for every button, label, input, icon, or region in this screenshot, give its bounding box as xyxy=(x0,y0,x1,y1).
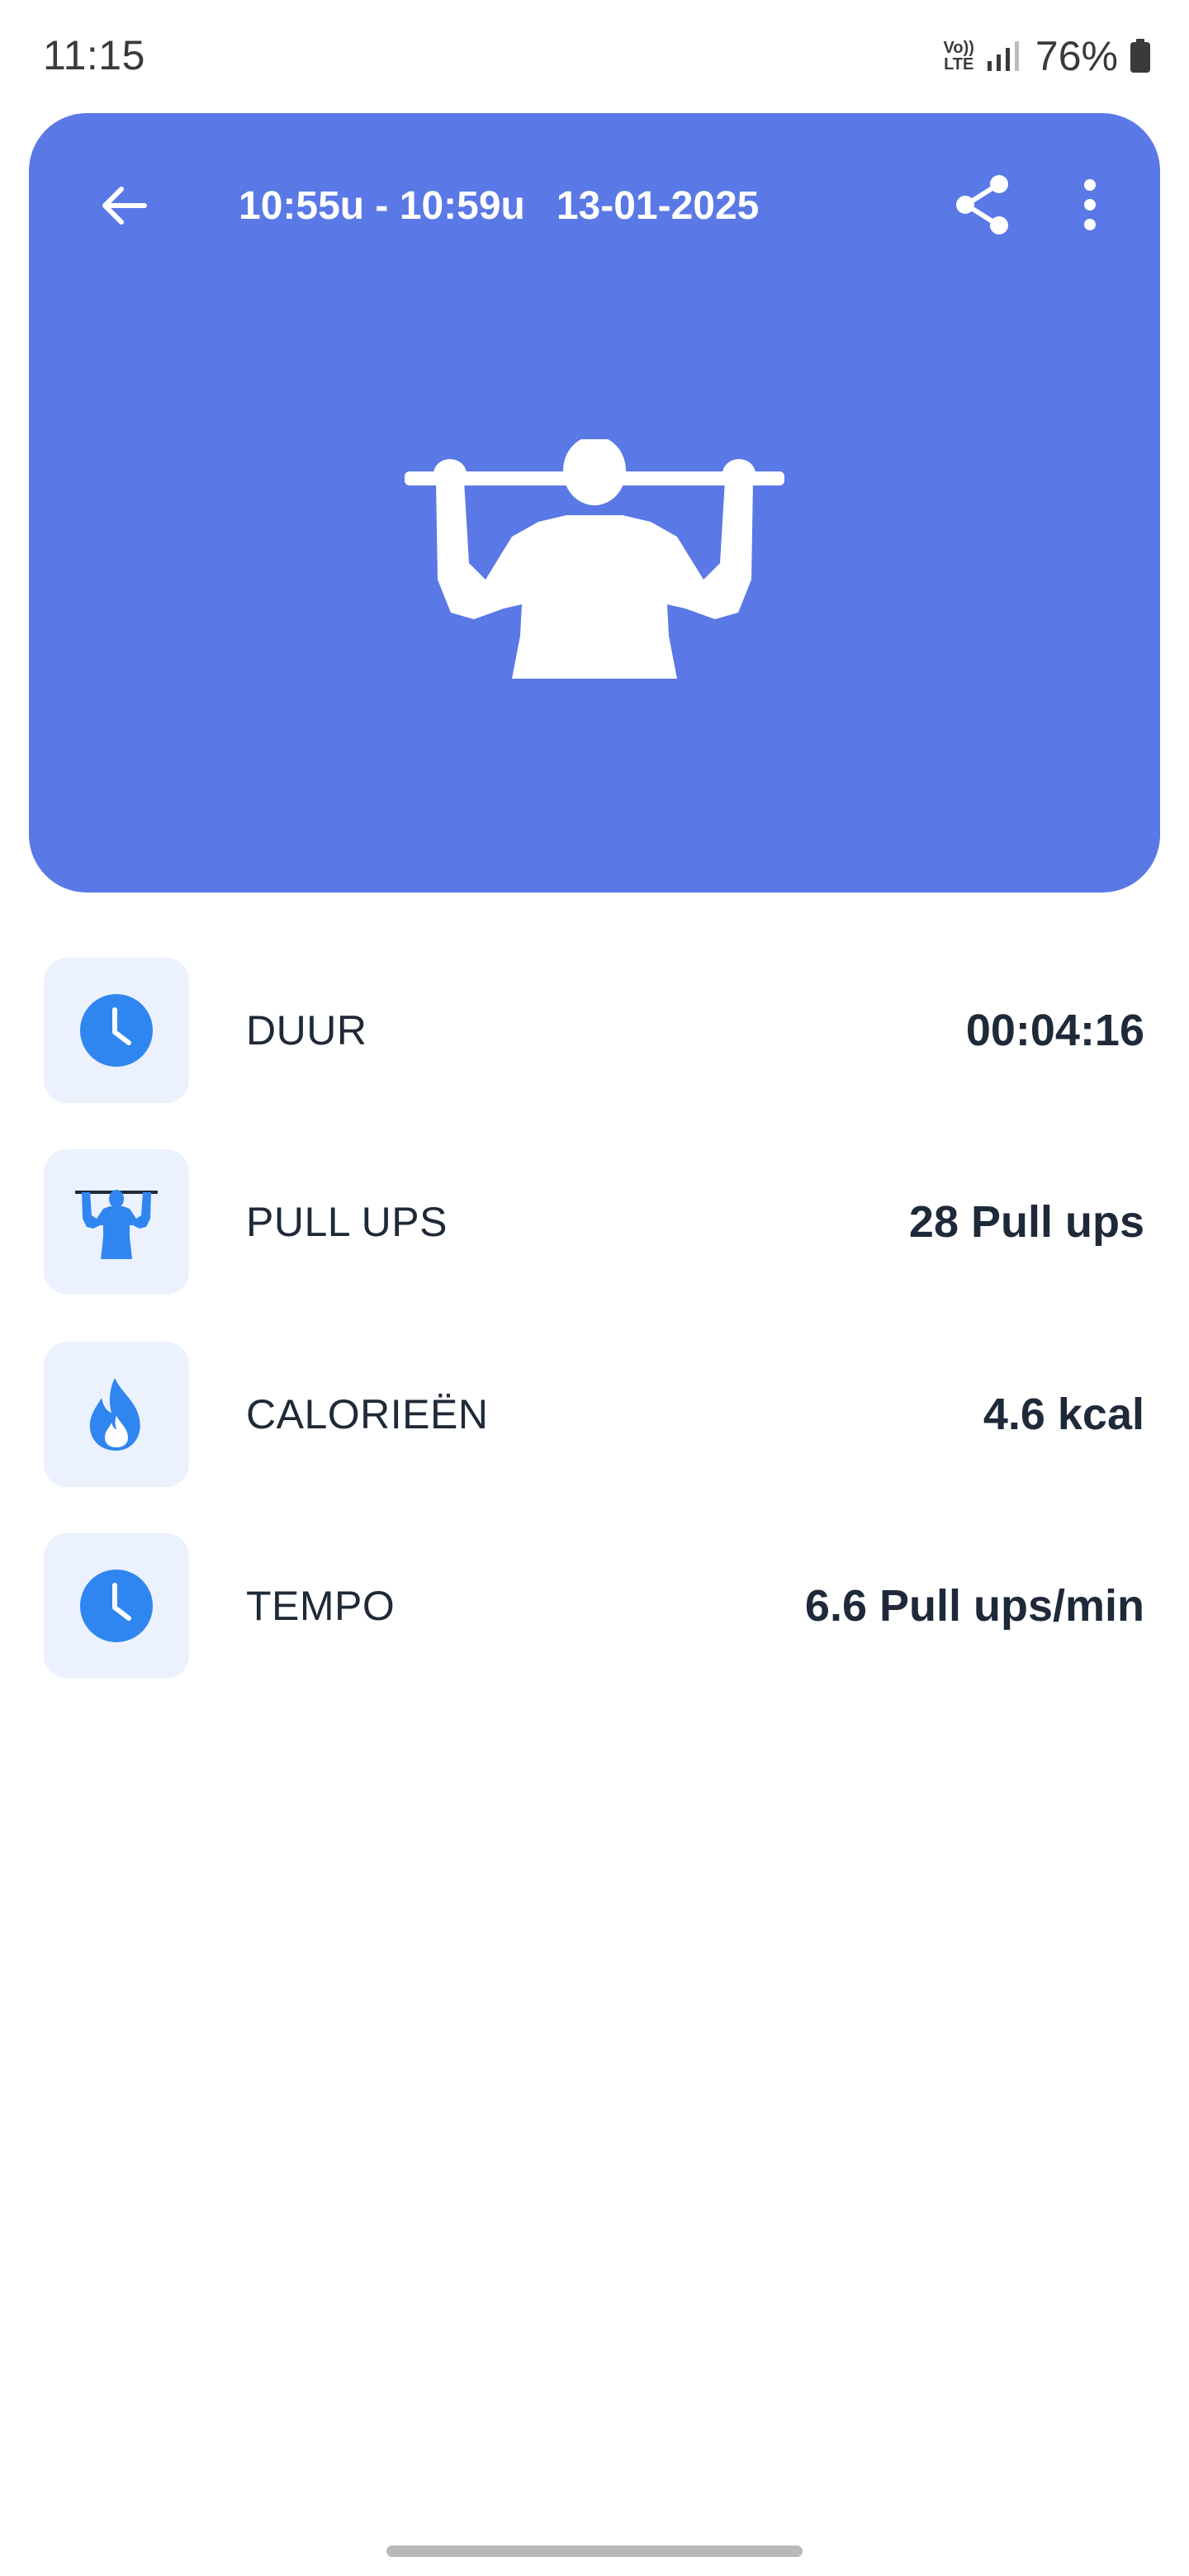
signal-icon xyxy=(987,41,1019,71)
clock-icon xyxy=(80,1570,153,1642)
stat-label: CALORIEËN xyxy=(246,1391,489,1437)
pull-up-icon xyxy=(75,1190,158,1259)
workout-title: 10:55u - 10:59u 13-01-2025 xyxy=(239,173,759,239)
flame-icon xyxy=(89,1378,140,1451)
stat-value: 28 Pull ups xyxy=(908,1197,1144,1247)
workout-header-card: 10:55u - 10:59u 13-01-2025 xyxy=(29,113,1160,893)
status-time: 11:15 xyxy=(43,32,145,78)
stat-label: DUUR xyxy=(246,1007,367,1054)
workout-date: 13-01-2025 xyxy=(556,183,760,228)
status-icons: Vo)) LTE 76% xyxy=(944,30,1151,83)
stat-value: 4.6 kcal xyxy=(983,1390,1144,1439)
stat-row-duration: DUUR 00:04:16 xyxy=(0,958,1189,1103)
stat-icon-tile xyxy=(44,1149,189,1295)
stat-icon-tile xyxy=(44,1342,189,1487)
stat-icon-tile xyxy=(44,1533,189,1679)
stat-row-tempo: TEMPO 6.6 Pull ups/min xyxy=(0,1533,1189,1679)
home-gesture-bar[interactable] xyxy=(386,2545,803,2557)
more-options-button[interactable] xyxy=(1057,159,1123,250)
stat-icon-tile xyxy=(44,958,189,1103)
pull-up-illustration xyxy=(405,439,784,679)
stat-label: TEMPO xyxy=(246,1583,396,1629)
share-button[interactable] xyxy=(937,159,1028,250)
volte-icon: Vo)) LTE xyxy=(943,39,974,73)
stat-value: 00:04:16 xyxy=(965,1006,1144,1055)
stat-row-pull-ups: PULL UPS 28 Pull ups xyxy=(0,1149,1189,1295)
share-icon xyxy=(956,175,1008,234)
arrow-left-icon xyxy=(102,187,147,225)
back-button[interactable] xyxy=(83,164,166,247)
status-bar: 11:15 Vo)) LTE 76% xyxy=(0,0,1189,112)
clock-icon xyxy=(80,994,153,1067)
stat-row-calories: CALORIEËN 4.6 kcal xyxy=(0,1342,1189,1487)
battery-percentage: 76% xyxy=(1035,33,1118,79)
stat-value: 6.6 Pull ups/min xyxy=(804,1581,1144,1631)
more-vertical-icon xyxy=(1084,179,1096,230)
workout-time-range: 10:55u - 10:59u xyxy=(239,183,525,228)
stat-label: PULL UPS xyxy=(246,1199,448,1245)
battery-icon xyxy=(1130,39,1150,73)
